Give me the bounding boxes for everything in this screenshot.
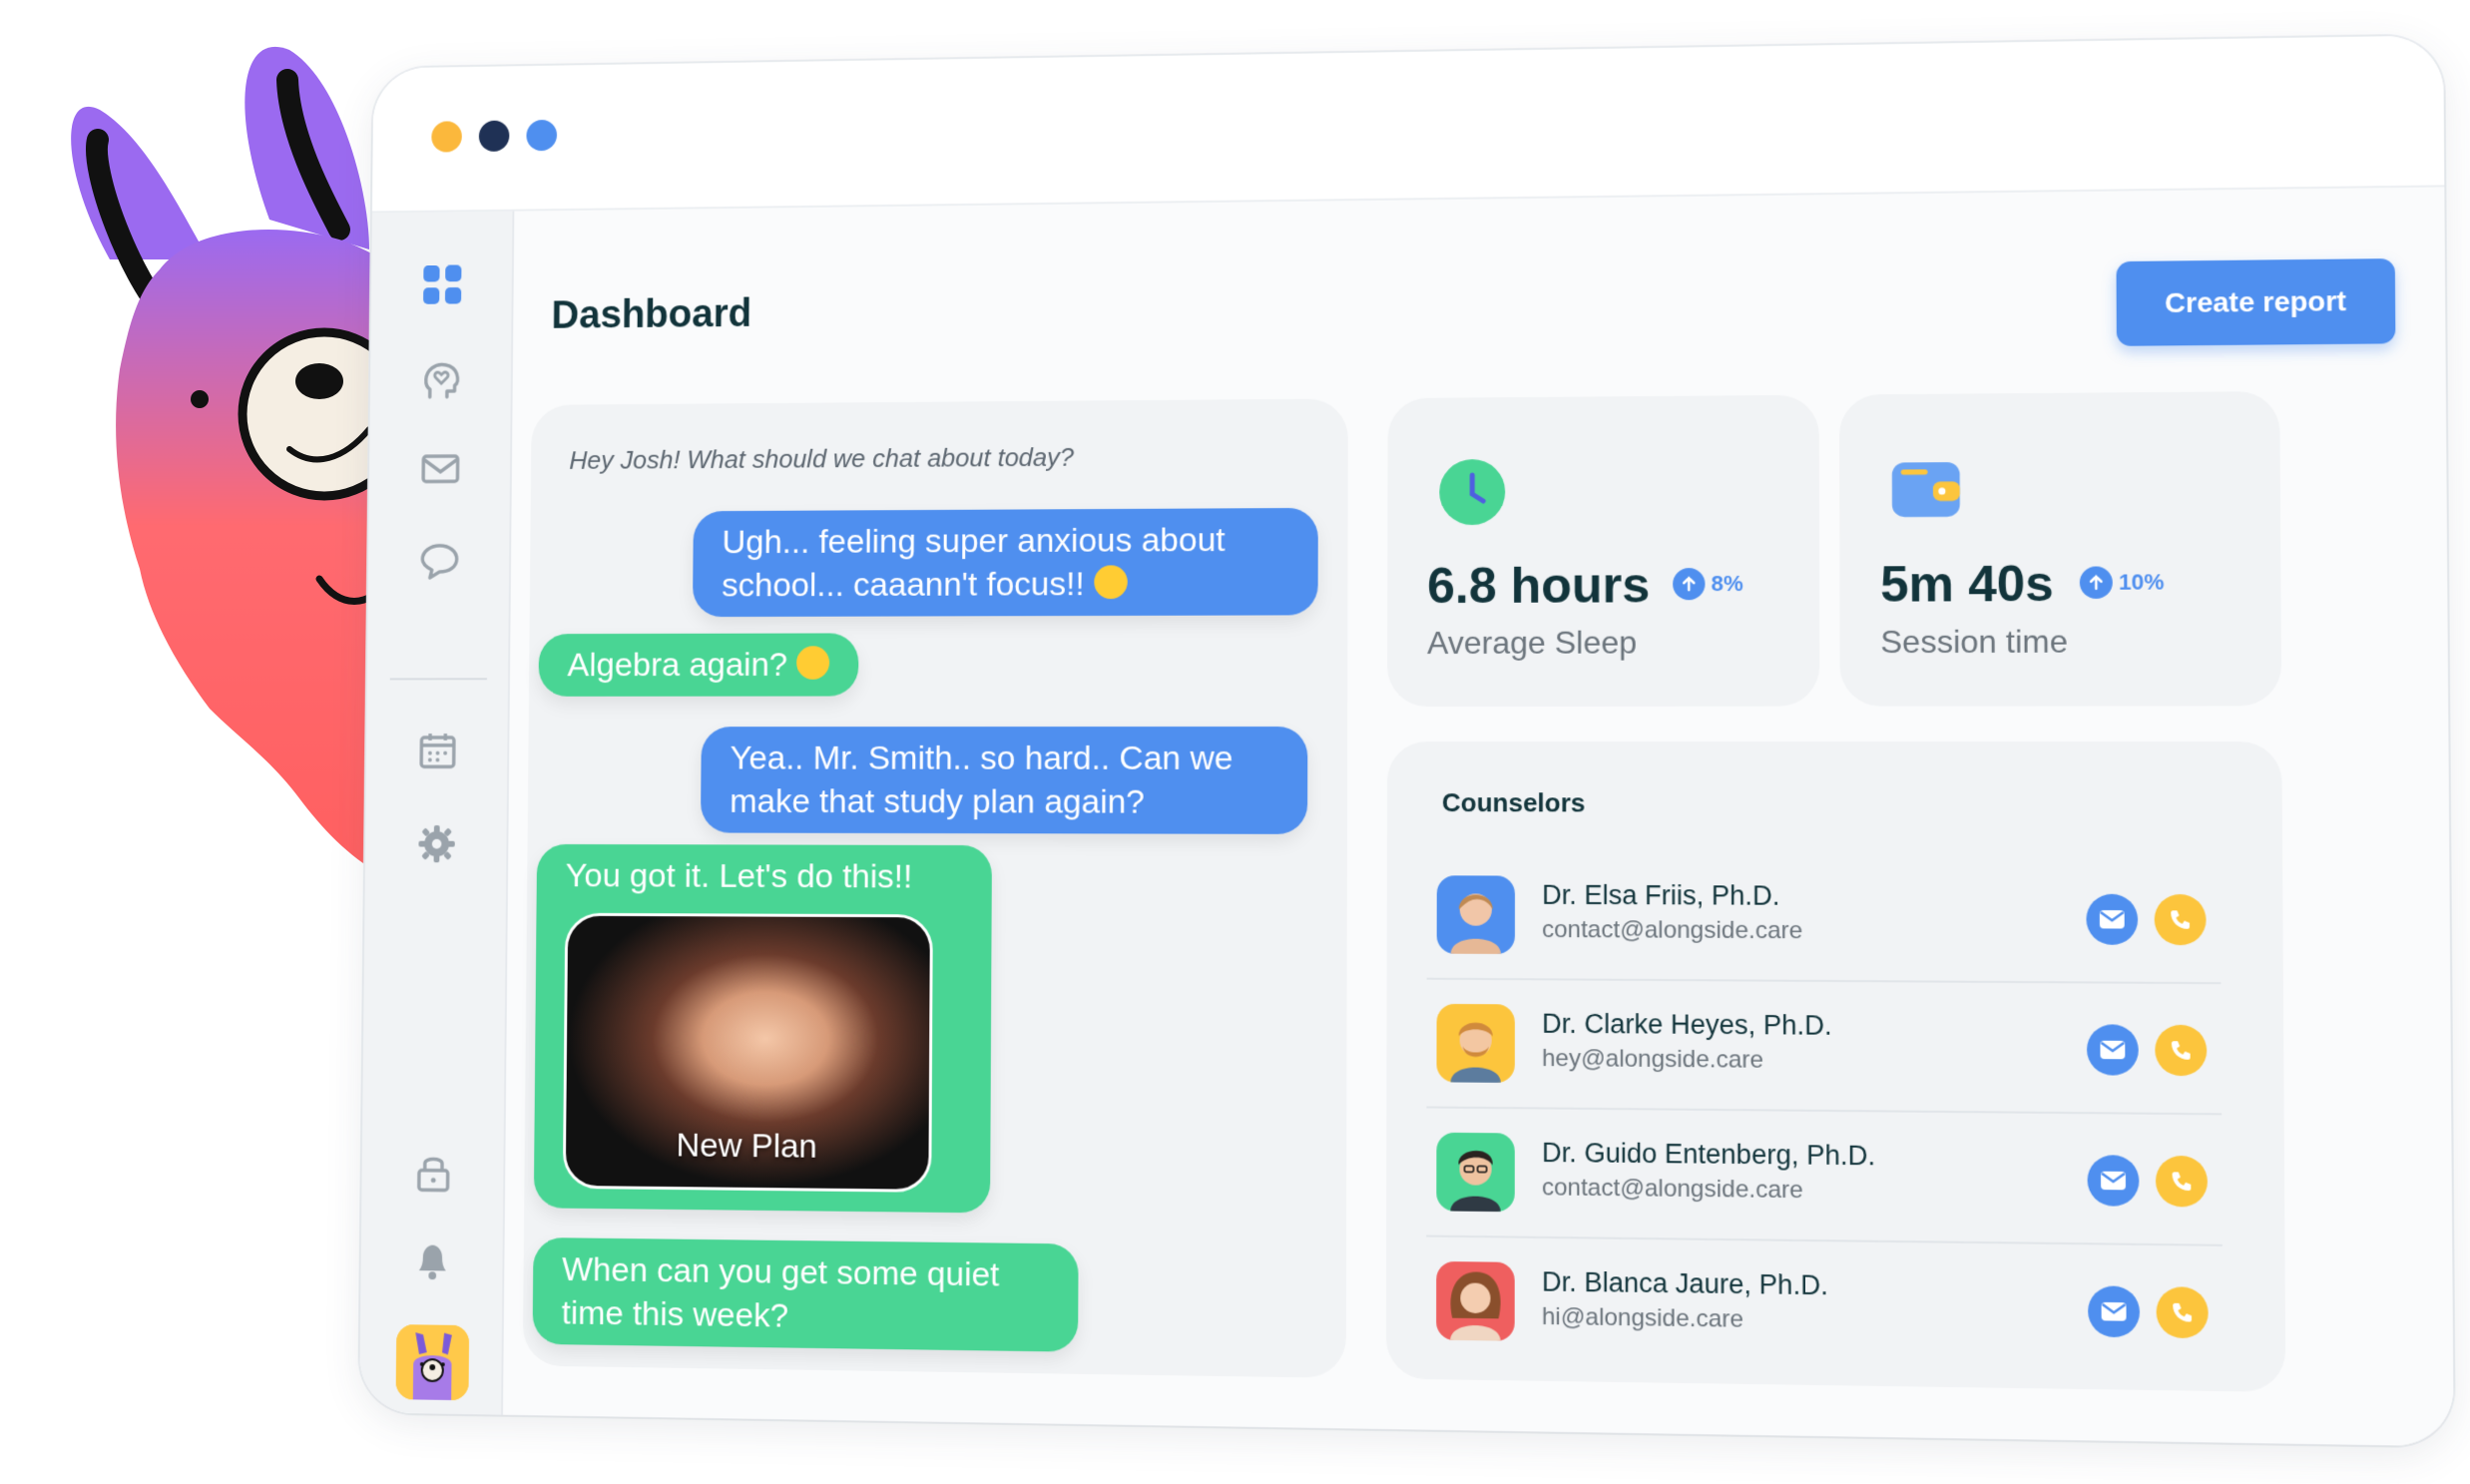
stat-change-value: 8% <box>1711 570 1743 597</box>
counselor-avatar <box>1436 1003 1515 1083</box>
counselor-avatar <box>1436 875 1515 955</box>
message-text: Ugh... feeling super anxious about schoo… <box>722 521 1226 605</box>
mail-icon <box>2100 1171 2127 1191</box>
app-window: Dashboard Create report Hey Josh! What s… <box>359 35 2454 1447</box>
stat-value: 5m 40s <box>1880 555 2054 613</box>
sidebar <box>359 211 515 1415</box>
counselor-avatar <box>1436 1132 1515 1213</box>
stat-label: Average Sleep <box>1427 624 1638 661</box>
counselor-email[interactable]: contact@alongside.care <box>1542 916 1802 945</box>
chat-panel: Hey Josh! What should we chat about toda… <box>522 398 1348 1378</box>
bell-icon[interactable] <box>408 1236 456 1285</box>
counselor-email[interactable]: hey@alongside.care <box>1542 1045 1763 1075</box>
window-dot-yellow[interactable] <box>431 121 462 153</box>
counselors-title: Counselors <box>1441 787 1586 818</box>
arrow-up-icon <box>2079 566 2113 599</box>
sidebar-divider <box>389 678 487 681</box>
user-avatar[interactable] <box>395 1324 470 1401</box>
page-title: Dashboard <box>551 291 752 337</box>
counselor-row[interactable]: Dr. Blanca Jaure, Ph.D. hi@alongside.car… <box>1426 1237 2223 1378</box>
counselor-name: Dr. Guido Entenberg, Ph.D. <box>1542 1137 1876 1172</box>
call-button[interactable] <box>2155 1155 2209 1208</box>
mail-icon <box>2101 1301 2128 1321</box>
gif-caption: New Plan <box>676 1126 818 1166</box>
counselor-name: Dr. Clarke Heyes, Ph.D. <box>1542 1008 1832 1041</box>
chat-message-user: Yea.. Mr. Smith.. so hard.. Can we make … <box>700 727 1308 834</box>
phone-icon <box>2171 1041 2191 1060</box>
chat-icon[interactable] <box>415 537 463 586</box>
chat-message-bot: Algebra again? <box>538 633 859 697</box>
window-dot-blue[interactable] <box>526 119 558 152</box>
email-button[interactable] <box>2088 1285 2141 1338</box>
arrow-up-icon <box>1673 568 1706 601</box>
message-text: You got it. Let's do this!! <box>565 856 913 896</box>
counselors-panel: Counselors Dr. Elsa Friis, Ph.D. contact… <box>1385 741 2286 1392</box>
message-text: When can you get some quiet time this we… <box>561 1250 1000 1335</box>
calendar-icon[interactable] <box>413 727 461 775</box>
stat-change-value: 10% <box>2118 569 2165 595</box>
counselor-name: Dr. Elsa Friis, Ph.D. <box>1542 879 1780 911</box>
stat-label: Session time <box>1880 623 2069 661</box>
chat-message-bot: When can you get some quiet time this we… <box>532 1237 1079 1352</box>
mind-heart-icon[interactable] <box>417 357 465 406</box>
call-button[interactable] <box>2156 1286 2209 1339</box>
stat-value: 6.8 hours <box>1427 557 1651 615</box>
message-text: Yea.. Mr. Smith.. so hard.. Can we make … <box>730 739 1234 821</box>
email-button[interactable] <box>2087 1155 2140 1207</box>
counselor-email[interactable]: hi@alongside.care <box>1542 1303 1743 1334</box>
mail-icon <box>2099 1040 2126 1060</box>
stat-card-sleep: 6.8 hours 8% Average Sleep <box>1387 394 1820 708</box>
counselor-avatar <box>1436 1260 1515 1341</box>
clock-icon <box>1440 459 1505 525</box>
stat-change: 10% <box>2079 566 2165 599</box>
dashboard-icon[interactable] <box>418 260 466 309</box>
phone-icon <box>2172 1172 2192 1192</box>
email-button[interactable] <box>2086 893 2139 945</box>
counselor-email[interactable]: contact@alongside.care <box>1542 1174 1803 1205</box>
title-bar <box>371 35 2445 214</box>
weary-face-emoji-icon <box>1093 565 1128 600</box>
gif-image[interactable]: New Plan <box>562 912 933 1193</box>
mail-icon[interactable] <box>416 444 464 493</box>
create-report-button[interactable]: Create report <box>2116 258 2396 346</box>
main-content: Dashboard Create report Hey Josh! What s… <box>502 187 2454 1447</box>
call-button[interactable] <box>2155 1024 2208 1077</box>
chat-message-user: Ugh... feeling super anxious about schoo… <box>693 507 1318 618</box>
message-text: Algebra again? <box>567 646 788 685</box>
phone-icon <box>2173 1302 2193 1322</box>
counselor-row[interactable]: Dr. Elsa Friis, Ph.D. contact@alongside.… <box>1426 851 2222 985</box>
chat-greeting: Hey Josh! What should we chat about toda… <box>569 442 1075 475</box>
counselor-name: Dr. Blanca Jaure, Ph.D. <box>1541 1266 1828 1301</box>
settings-icon[interactable] <box>413 819 461 868</box>
window-dot-navy[interactable] <box>478 120 510 152</box>
dizzy-face-emoji-icon <box>796 646 830 680</box>
stat-card-session: 5m 40s 10% Session time <box>1839 391 2282 707</box>
mail-icon <box>2099 909 2126 929</box>
lock-icon[interactable] <box>409 1148 457 1198</box>
counselor-row[interactable]: Dr. Clarke Heyes, Ph.D. hey@alongside.ca… <box>1426 979 2223 1116</box>
stat-change: 8% <box>1673 568 1743 601</box>
chat-message-bot: You got it. Let's do this!! New Plan <box>533 843 992 1214</box>
phone-icon <box>2171 910 2191 929</box>
call-button[interactable] <box>2154 893 2207 946</box>
email-button[interactable] <box>2086 1024 2139 1076</box>
counselor-row[interactable]: Dr. Guido Entenberg, Ph.D. contact@along… <box>1426 1108 2223 1246</box>
wallet-icon <box>1891 461 1960 518</box>
